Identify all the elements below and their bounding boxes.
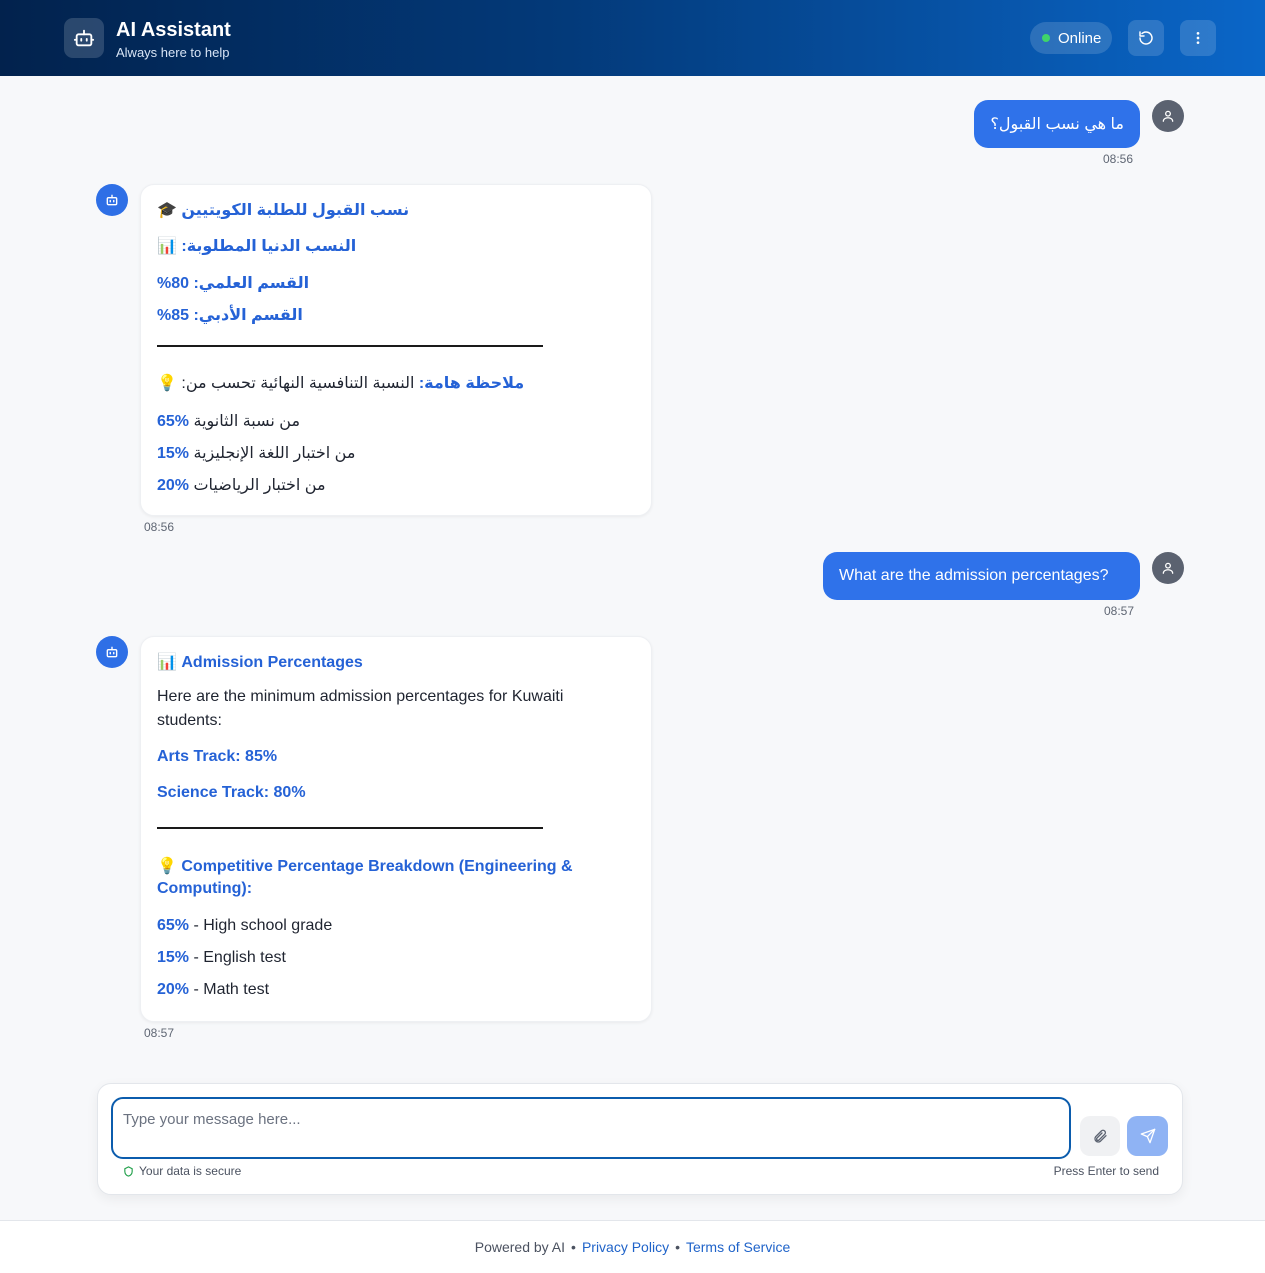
note-line: Computing): xyxy=(157,880,253,897)
privacy-policy-link[interactable]: Privacy Policy xyxy=(582,1239,669,1255)
message-timestamp: 08:57 xyxy=(144,1026,175,1040)
breakdown-item: 15% - English test xyxy=(157,949,286,966)
assistant-message-card: 🎓 نسب القبول للطلبة الكويتيين 📊 النسب ال… xyxy=(140,184,652,516)
online-dot-icon xyxy=(1042,34,1050,42)
robot-icon xyxy=(64,18,104,58)
app-subtitle: Always here to help xyxy=(116,45,230,60)
user-message-bubble: What are the admission percentages? xyxy=(823,552,1140,600)
more-vertical-icon xyxy=(1196,32,1200,44)
user-message-text: What are the admission percentages? xyxy=(839,567,1109,584)
message-heading: 🎓 نسب القبول للطلبة الكويتيين xyxy=(157,202,410,219)
note-line: 💡 Competitive Percentage Breakdown (Engi… xyxy=(157,858,573,875)
breakdown-item: 65% - High school grade xyxy=(157,917,333,934)
security-note: Your data is secure xyxy=(123,1164,241,1178)
lightbulb-icon: 💡 xyxy=(157,375,177,392)
message-timestamp: 08:56 xyxy=(1103,152,1134,166)
attach-button[interactable] xyxy=(1080,1116,1120,1156)
divider xyxy=(157,345,543,347)
intro-text: students: xyxy=(157,712,222,729)
message-timestamp: 08:56 xyxy=(144,520,175,534)
footer-separator: • xyxy=(675,1239,680,1255)
message-timestamp: 08:57 xyxy=(1104,604,1135,618)
send-button[interactable] xyxy=(1127,1116,1168,1156)
send-hint: Press Enter to send xyxy=(1053,1164,1159,1178)
status-badge: Online xyxy=(1030,22,1112,54)
paperclip-icon xyxy=(1094,1129,1107,1143)
breakdown-item: 65% من نسبة الثانوية xyxy=(157,413,301,430)
user-avatar xyxy=(1152,100,1184,132)
science-percentage: القسم العلمي: 80% xyxy=(157,275,310,292)
message-input[interactable] xyxy=(111,1097,1071,1159)
user-avatar xyxy=(1152,552,1184,584)
chart-icon: 📊 xyxy=(157,238,177,255)
user-icon xyxy=(1162,562,1174,574)
divider xyxy=(157,827,543,829)
refresh-icon xyxy=(1139,31,1153,45)
app-title: AI Assistant xyxy=(116,19,231,41)
intro-text: Here are the minimum admission percentag… xyxy=(157,688,564,705)
note-line: 💡 ملاحظة هامة: النسبة التنافسية النهائية… xyxy=(157,375,525,392)
send-icon xyxy=(1140,1128,1155,1144)
breakdown-item: 20% - Math test xyxy=(157,981,270,998)
graduation-cap-icon: 🎓 xyxy=(157,202,177,219)
chart-icon: 📊 xyxy=(157,654,177,671)
more-options-button[interactable] xyxy=(1180,20,1216,56)
arts-percentage: القسم الأدبي: 85% xyxy=(157,307,303,324)
robot-icon xyxy=(106,194,118,206)
message-composer: Your data is secure Press Enter to send xyxy=(97,1083,1183,1195)
terms-of-service-link[interactable]: Terms of Service xyxy=(686,1239,790,1255)
footer-separator: • xyxy=(571,1239,576,1255)
status-label: Online xyxy=(1058,29,1102,47)
assistant-avatar xyxy=(96,636,128,668)
refresh-button[interactable] xyxy=(1128,20,1164,56)
message-heading: 📊 Admission Percentages xyxy=(157,654,363,671)
shield-icon xyxy=(124,1165,133,1177)
breakdown-item: 15% من اختبار اللغة الإنجليزية xyxy=(157,445,356,462)
robot-icon xyxy=(106,646,118,658)
user-message-text: ما هي نسب القبول؟ xyxy=(990,116,1124,133)
science-percentage: Science Track: 80% xyxy=(157,784,306,801)
lightbulb-icon: 💡 xyxy=(157,858,177,875)
page-footer: Powered by AI • Privacy Policy • Terms o… xyxy=(0,1220,1265,1273)
user-icon xyxy=(1162,110,1174,122)
arts-percentage: Arts Track: 85% xyxy=(157,748,278,765)
breakdown-item: 20% من اختبار الرياضيات xyxy=(157,477,326,494)
message-subheading: 📊 النسب الدنيا المطلوبة: xyxy=(157,238,357,255)
app-header: AI Assistant Always here to help Online xyxy=(0,0,1265,76)
assistant-message-card: 📊 Admission Percentages Here are the min… xyxy=(140,636,652,1022)
powered-by-text: Powered by AI xyxy=(474,1239,566,1255)
assistant-avatar xyxy=(96,184,128,216)
user-message-bubble: ما هي نسب القبول؟ xyxy=(974,100,1140,148)
